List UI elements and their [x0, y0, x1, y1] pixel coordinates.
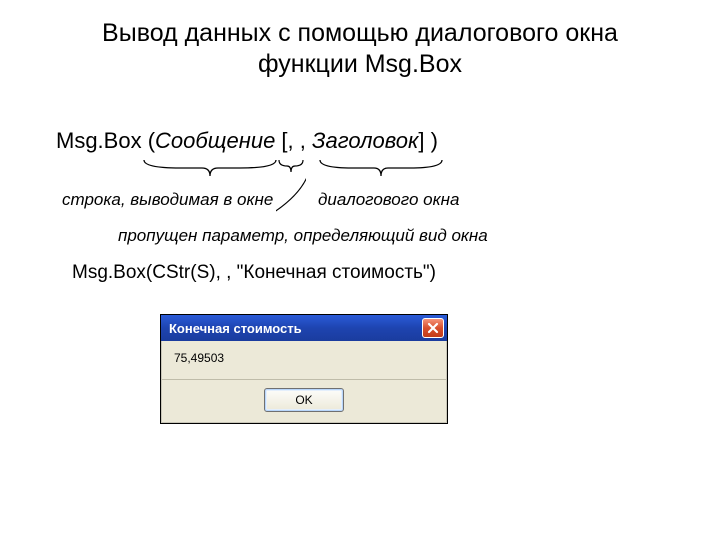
dialog-title: Конечная стоимость	[169, 321, 422, 336]
caption-arg1: строка, выводимая в окне	[62, 190, 273, 210]
dialog-titlebar: Конечная стоимость	[161, 315, 447, 341]
msgbox-dialog: Конечная стоимость 75,49503 OK	[160, 314, 448, 424]
syntax-line: Msg.Box (Сообщение [, , Заголовок] )	[56, 128, 438, 154]
caption-missing-param: пропущен параметр, определяющий вид окна	[118, 226, 488, 246]
syntax-arg2: Заголовок	[312, 128, 418, 153]
syntax-prefix: Msg.Box (	[56, 128, 155, 153]
close-button[interactable]	[422, 318, 444, 338]
close-icon	[427, 322, 439, 334]
arrow-down-icon	[276, 170, 306, 232]
brace-small-icon	[273, 156, 309, 190]
syntax-arg1: Сообщение	[155, 128, 275, 153]
ok-button[interactable]: OK	[264, 388, 344, 412]
syntax-suffix: ] )	[418, 128, 438, 153]
dialog-button-row: OK	[162, 379, 446, 422]
slide-title: Вывод данных с помощью диалогового окна …	[60, 18, 660, 81]
dialog-message: 75,49503	[162, 341, 446, 379]
brace-left-icon	[140, 156, 280, 186]
syntax-mid: [, ,	[275, 128, 312, 153]
example-code: Msg.Box(CStr(S), , "Конечная стоимость")	[72, 262, 436, 284]
brace-right-icon	[316, 156, 446, 186]
caption-arg2: диалогового окна	[318, 190, 459, 210]
dialog-body: 75,49503 OK	[161, 341, 447, 423]
